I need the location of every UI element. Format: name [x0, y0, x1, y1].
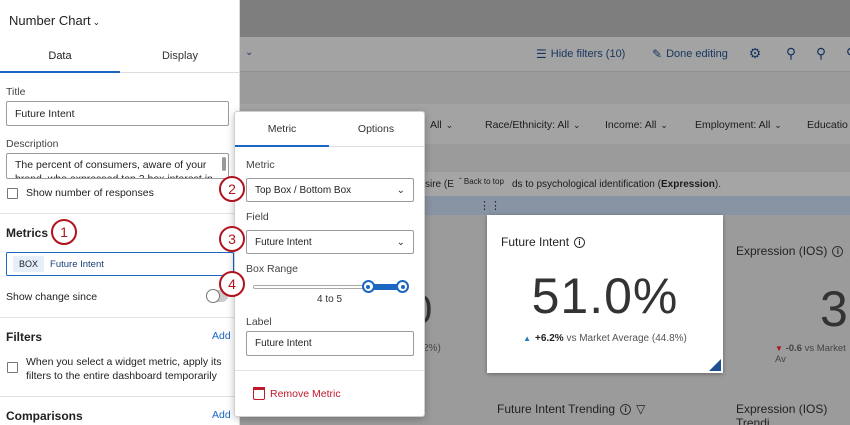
divider [235, 370, 424, 371]
show-responses-label: Show number of responses [26, 187, 154, 199]
info-icon: i [832, 245, 844, 257]
panel-tabs: Data Display [0, 40, 239, 73]
metrics-header: Metrics [6, 226, 49, 240]
show-change-label: Show change since [6, 291, 98, 303]
widget-change: ▲ +6.2% vs Market Average (44.8%) [523, 333, 687, 344]
chevron-down-icon: ⌄ [92, 17, 101, 27]
box-range-label: Box Range [246, 263, 298, 275]
description-textarea[interactable]: The percent of consumers, aware of your … [6, 153, 229, 179]
dashboard-header [240, 0, 850, 37]
description-text-right: ds to psychological identification (Expr… [512, 179, 722, 190]
comparisons-header: Comparisons [6, 409, 83, 423]
card-title-expression-trending: Expression (IOS) Trendi [736, 402, 828, 425]
filters-header: Filters [6, 330, 43, 344]
edit-icon: ✎ [652, 47, 663, 61]
tab-options[interactable]: Options [329, 112, 423, 147]
label-input[interactable]: Future Intent [246, 331, 414, 356]
more-icon[interactable]: ⚲ [843, 45, 850, 61]
filter-employment[interactable]: Employment: All ⌄ [695, 119, 782, 131]
label-label: Label [246, 316, 272, 328]
add-comparison-link[interactable]: Add [212, 409, 231, 421]
card-title-expression: Expression (IOS) i [736, 244, 844, 258]
add-filter-link[interactable]: Add [212, 330, 231, 342]
chevron-down-icon: ⌄ [573, 120, 581, 130]
tab-metric[interactable]: Metric [235, 112, 329, 147]
tab-data[interactable]: Data [0, 40, 120, 73]
filter-dropdown[interactable]: All ⌄ [430, 119, 453, 131]
user-add-icon[interactable]: ⚲ [813, 45, 829, 61]
callout-badge: 3 [219, 226, 245, 252]
box-range-value: 4 to 5 [316, 294, 343, 305]
box-range-low-handle[interactable] [361, 280, 375, 293]
arrow-down-icon: ▼ [775, 344, 783, 353]
arrow-up-icon: ▲ [523, 334, 532, 343]
divider [0, 396, 239, 397]
back-to-top-link[interactable]: ˆ Back to top [459, 177, 504, 186]
box-range-high-handle[interactable] [396, 280, 409, 293]
field-select[interactable]: Future Intent ⌄ [246, 230, 414, 254]
show-responses-checkbox[interactable] [7, 188, 18, 199]
chevron-down-icon: ⌄ [396, 236, 405, 248]
metric-name: Future Intent [50, 258, 104, 270]
description-text-left: sire (E [425, 179, 454, 190]
divider [0, 213, 239, 214]
title-label: Title [6, 86, 26, 98]
caret-up-icon: ˆ [459, 177, 462, 186]
drag-handle-icon[interactable]: ⋮⋮ [479, 199, 501, 212]
chevron-down-icon[interactable]: ⌄ [245, 47, 253, 58]
description-label: Description [6, 138, 59, 150]
info-icon: i [620, 403, 632, 415]
partial-card-change: 2%) [423, 343, 441, 354]
user-search-icon[interactable]: ⚲ [783, 45, 799, 61]
title-input[interactable]: Future Intent [6, 101, 229, 126]
filter-icon: ▽ [636, 402, 646, 416]
chevron-down-icon: ⌄ [774, 120, 782, 130]
filter-education[interactable]: Educatio [807, 119, 848, 131]
info-icon[interactable]: i [574, 236, 586, 248]
apply-filters-label: When you select a widget metric, apply i… [26, 356, 222, 382]
metric-popover: Metric Options Metric Top Box / Bottom B… [234, 111, 425, 417]
popover-tabs: Metric Options [235, 112, 424, 147]
chevron-down-icon: ⌄ [660, 120, 668, 130]
remove-metric-button[interactable]: Remove Metric [253, 387, 341, 400]
widget-editor-panel: Number Chart ⌄ Data Display Title Future … [0, 0, 240, 425]
resize-handle-icon[interactable] [709, 359, 721, 371]
widget-type-selector[interactable]: Number Chart ⌄ [9, 13, 100, 28]
trash-icon [253, 387, 265, 400]
callout-badge: 4 [219, 271, 245, 297]
field-label: Field [246, 211, 269, 223]
card-title-future-intent-trending: Future Intent Trending i ▽ [497, 402, 646, 416]
callout-badge: 2 [219, 176, 245, 202]
metric-item[interactable]: BOX Future Intent [6, 252, 234, 276]
hide-filters-button[interactable]: ☰ Hide filters (10) [536, 47, 625, 61]
filter-race-ethnicity[interactable]: Race/Ethnicity: All ⌄ [485, 119, 581, 131]
number-chart-widget[interactable]: Future Intent i 51.0% ▲ +6.2% vs Market Av… [487, 215, 723, 373]
metric-label: Metric [246, 159, 275, 171]
chevron-down-icon: ⌄ [396, 184, 405, 196]
filter-sliders-icon: ☰ [536, 47, 547, 61]
metric-type-badge: BOX [13, 256, 45, 272]
gear-icon[interactable]: ⚙ [747, 45, 763, 61]
filter-income[interactable]: Income: All ⌄ [605, 119, 668, 131]
toggle-knob [206, 289, 220, 303]
divider [0, 317, 239, 318]
widget-value: 51.0% [531, 268, 679, 324]
card-value-expression: 3. [820, 281, 850, 337]
textarea-scrollbar[interactable] [222, 157, 226, 171]
tab-display[interactable]: Display [120, 40, 239, 73]
metric-select[interactable]: Top Box / Bottom Box ⌄ [246, 178, 414, 202]
callout-badge: 1 [51, 219, 77, 245]
card-change-expression: ▼ -0.6 vs Market Av [775, 343, 846, 365]
done-editing-button[interactable]: ✎ Done editing [652, 47, 728, 61]
apply-filters-checkbox[interactable] [7, 362, 18, 373]
chevron-down-icon: ⌄ [445, 120, 454, 130]
widget-title: Future Intent i [501, 235, 586, 249]
